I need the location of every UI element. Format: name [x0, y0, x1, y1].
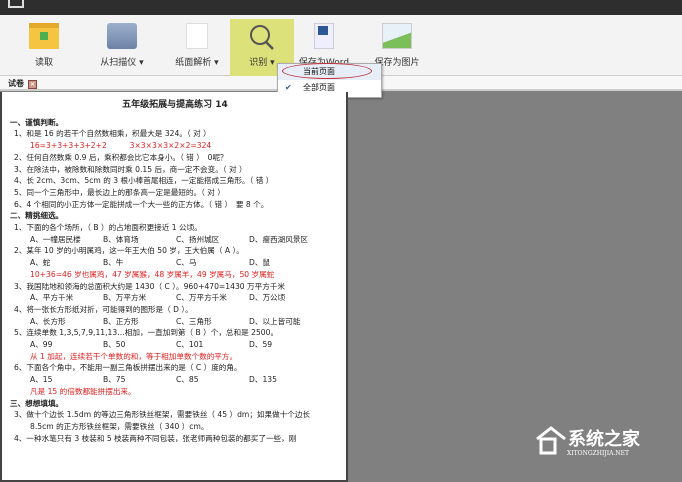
- options: A、99 B、50 C、101 D、59: [10, 339, 340, 351]
- watermark-url: XITONGZHIJIA.NET: [567, 450, 630, 457]
- question: 2、任何自然数乘 0.9 后，乘积都会比它本身小。（ 错 ） 0呢？: [14, 152, 228, 162]
- page-analysis-button[interactable]: 纸面解析 ▾: [165, 19, 229, 73]
- option: A、15: [30, 375, 53, 385]
- option: C、马: [176, 258, 197, 268]
- word-doc-icon: [314, 23, 334, 49]
- doc-title: 五年级拓展与提高练习 14: [122, 100, 228, 110]
- folder-icon: [29, 23, 59, 49]
- answer-note: 从 1 加起，连续若干个单数的和，等于相加单数个数的平方。: [30, 351, 238, 361]
- document-page[interactable]: 五年级拓展与提高练习 14 一、谨慎判断。 1、和是 16 的若干个自然数相乘，…: [0, 92, 348, 482]
- answer-note: 10+36=46 岁也属鸡，47 岁属猴，48 岁属羊，49 岁属马，50 岁属…: [30, 269, 275, 279]
- question: 4、一种水笔只有 3 枝装和 5 枝装两种不同包装，张老师两种包装的都买了一些，…: [14, 433, 297, 443]
- option: D、万公顷: [249, 293, 286, 303]
- app-logo-icon: [8, 0, 24, 8]
- section-heading: 三、想想填填。: [10, 398, 64, 408]
- highlight-oval: [282, 63, 372, 79]
- option: B、万平方米: [103, 293, 147, 303]
- option: C、三角形: [176, 316, 212, 326]
- option: B、牛: [103, 258, 124, 268]
- option: D、以上皆可能: [249, 316, 301, 326]
- question: 3、在除法中，被除数和除数同时乘 0.15 后，商一定不会变。（ 对 ）: [14, 164, 247, 174]
- question: 3、做十个边长 1.5dm 的等边三角形铁丝框架，需要铁丝（ 45 ）dm；如果…: [14, 410, 311, 420]
- question: 1、下面的各个场所，（ B ）的占地面积更接近 1 公顷。: [14, 223, 202, 233]
- from-scanner-button[interactable]: 从扫描仪 ▾: [90, 19, 154, 73]
- paper-icon: [186, 23, 208, 49]
- answer-note: 凡是 15 的倍数都能拼摆出来。: [30, 386, 136, 396]
- option: C、扬州城区: [176, 234, 220, 244]
- question: 3、我国陆地和领海的总面积大约是 1430（ C ）。960+470=1430 …: [14, 281, 286, 291]
- options: A、蛇 B、牛 C、马 D、鼠: [10, 257, 340, 269]
- question: 5、同一个三角形中，最长边上的那条高一定是最短的。（ 对 ）: [14, 187, 225, 197]
- option: A、一幢居民楼: [30, 234, 81, 244]
- tab-label: 试卷: [8, 79, 24, 88]
- options: A、一幢居民楼 B、体育场 C、扬州城区 D、瘦西湖风景区: [10, 234, 340, 246]
- image-icon: [382, 23, 412, 49]
- option: B、50: [103, 340, 126, 350]
- question: 6、4 个相同的小正方体一定能拼成一个大一些的正方体。（ 错 ） 要 8 个。: [14, 199, 269, 209]
- watermark: 系统之家 XITONGZHIJIA.NET: [535, 425, 640, 459]
- question: 5、连续单数 1,3,5,7,9,11,13…相加，一直加到第（ B ）个，总和…: [14, 328, 279, 338]
- question: 1、和是 16 的若干个自然数相乘，积最大是 324。（ 对 ）: [14, 129, 211, 139]
- question: 2、某年 10 岁的小明属鸡，这一年王大伯 50 岁，王大伯属（ A ）。: [14, 246, 244, 256]
- title-bar: [0, 0, 682, 15]
- question: 8.5cm 的正方形铁丝框架，需要铁丝（ 340 ）cm。: [30, 421, 209, 431]
- magnifier-icon: [247, 23, 277, 50]
- scanner-icon: [107, 23, 137, 49]
- option: B、75: [103, 375, 126, 385]
- option: B、正方形: [103, 316, 139, 326]
- options: A、长方形 B、正方形 C、三角形 D、以上皆可能: [10, 316, 340, 328]
- option: A、蛇: [30, 258, 51, 268]
- option: C、85: [176, 375, 199, 385]
- question: 4、长 2cm、3cm、5cm 的 3 根小棒首尾相连，一定能搭成三角形。（ 错…: [14, 176, 274, 186]
- option: D、135: [249, 375, 277, 385]
- house-logo-icon: [536, 426, 566, 455]
- question: 4、将一张长方形纸对折，可能得到的图形是（ D ）。: [14, 304, 193, 314]
- option: C、万平方千米: [176, 293, 227, 303]
- watermark-text: 系统之家: [568, 429, 640, 450]
- option: D、瘦西湖风景区: [249, 234, 309, 244]
- menu-item-label: 全部页面: [303, 83, 335, 92]
- tab-exam[interactable]: 试卷 ×: [8, 78, 37, 89]
- answer-note: 16=3+3+3+3+2+2 3×3×3×3×2×2=324: [30, 141, 212, 151]
- option: D、59: [249, 340, 273, 350]
- option: C、101: [176, 340, 204, 350]
- read-button[interactable]: 读取: [12, 19, 76, 73]
- close-icon[interactable]: ×: [28, 80, 37, 89]
- section-heading: 一、谨慎判断。: [10, 117, 64, 127]
- option: D、鼠: [249, 258, 271, 268]
- option: A、长方形: [30, 316, 66, 326]
- option: A、99: [30, 340, 53, 350]
- options: A、15 B、75 C、85 D、135: [10, 374, 340, 386]
- section-heading: 二、精挑细选。: [10, 211, 64, 221]
- option: A、平方千米: [30, 293, 74, 303]
- options: A、平方千米 B、万平方米 C、万平方千米 D、万公顷: [10, 292, 340, 304]
- option: B、体育场: [103, 234, 139, 244]
- question: 6、下面各个角中，不能用一副三角板拼摆出来的是（ C ）度的角。: [14, 363, 242, 373]
